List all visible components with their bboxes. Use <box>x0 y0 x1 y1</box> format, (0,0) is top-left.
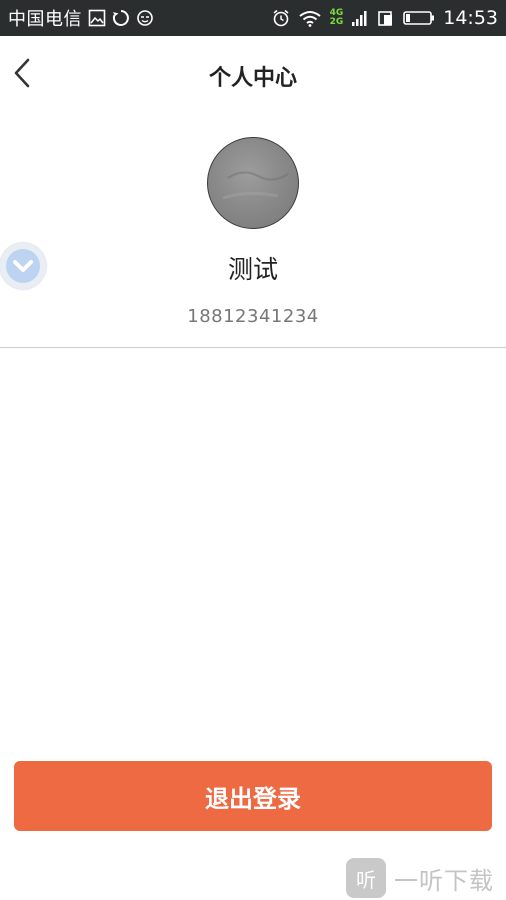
watermark-text: 一听下载 <box>394 866 494 895</box>
signal-icon <box>351 9 369 27</box>
network-2g-label: 2G <box>329 17 344 27</box>
status-time: 14:53 <box>443 7 498 29</box>
status-bar-right: 4G 2G 14:53 <box>272 0 498 36</box>
sim-card-icon <box>377 9 395 27</box>
watermark: 听 一听下载 <box>346 856 506 900</box>
title-bar: 个人中心 <box>0 36 506 114</box>
divider <box>0 347 506 348</box>
status-bar: 中国电信 4G 2G 14:53 <box>0 0 506 36</box>
page-title: 个人中心 <box>208 66 297 91</box>
face-icon <box>136 9 154 27</box>
sync-icon <box>112 9 130 27</box>
carrier-name: 中国电信 <box>8 9 82 30</box>
wifi-icon <box>298 9 322 27</box>
watermark-logo: 听 <box>346 858 386 898</box>
user-name: 测试 <box>227 255 278 284</box>
avatar[interactable] <box>207 137 299 229</box>
network-type-indicator: 4G 2G <box>330 9 344 27</box>
user-phone: 18812341234 <box>187 306 319 327</box>
status-bar-left: 中国电信 <box>8 0 154 36</box>
alarm-icon <box>272 9 290 27</box>
avatar-image <box>222 171 289 200</box>
logout-button[interactable]: 退出登录 <box>14 761 492 831</box>
battery-icon <box>403 9 435 27</box>
image-icon <box>88 9 106 27</box>
